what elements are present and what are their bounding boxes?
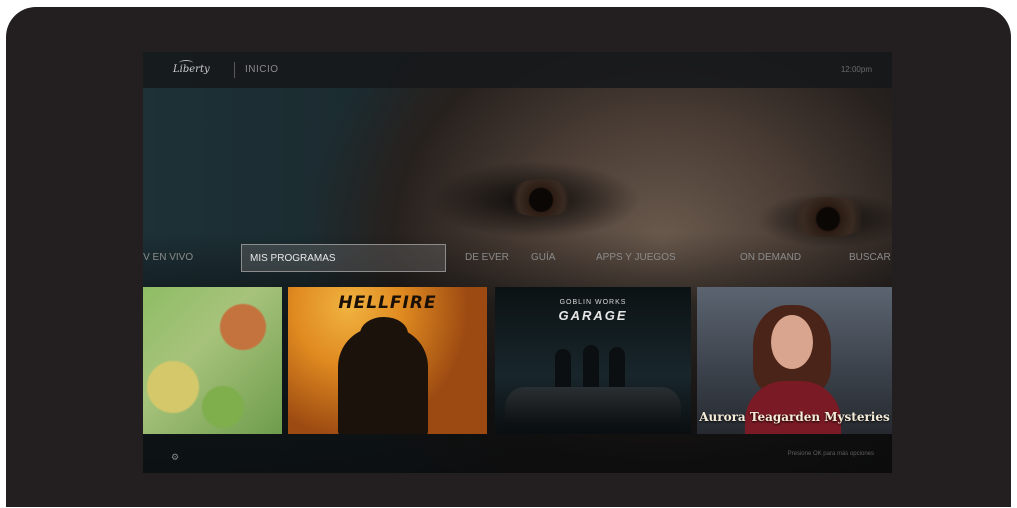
top-bar: Liberty INICIO 12:00pm <box>143 52 892 88</box>
nav-item-buscar[interactable]: BUSCAR <box>849 252 891 263</box>
tile-title: GARAGE <box>558 308 628 323</box>
nav-item-tv-en-vivo[interactable]: TV EN VIVO <box>143 252 193 263</box>
page-title: INICIO <box>245 64 279 75</box>
firefighter-silhouette <box>338 317 428 434</box>
woman-face <box>771 315 813 369</box>
program-tile-aurora-teagarden[interactable]: Aurora Teagarden Mysteries <box>697 287 892 434</box>
nav-item-label: MIS PROGRAMAS <box>250 253 336 264</box>
tile-title: HELLFIRE <box>338 293 437 313</box>
settings-icon[interactable]: ⚙ <box>171 452 179 463</box>
nav-item-on-demand[interactable]: ON DEMAND <box>740 252 801 263</box>
woman-body <box>745 381 841 434</box>
program-tile-cartoon[interactable] <box>143 287 282 434</box>
brand-logo: Liberty <box>173 64 210 75</box>
top-divider <box>234 62 235 78</box>
hero-eye-right <box>783 197 873 237</box>
nav-item-de-ever[interactable]: DE EVER <box>465 252 509 263</box>
nav-item-mis-programas[interactable]: MIS PROGRAMAS <box>241 244 446 272</box>
footer-hint: Presione OK para más opciones <box>787 451 874 457</box>
car-silhouette <box>505 387 681 425</box>
program-tile-hellfire[interactable]: HELLFIRE <box>288 287 487 434</box>
hero-eye-left <box>505 179 577 217</box>
nav-item-guia[interactable]: GUÍA <box>531 252 555 263</box>
clock: 12:00pm <box>840 65 872 74</box>
tile-subtitle: GOBLIN WORKS <box>559 299 627 306</box>
nav-item-apps-y-juegos[interactable]: APPS Y JUEGOS <box>596 252 676 263</box>
tv-screen: Liberty INICIO 12:00pm TV EN VIVO MIS PR… <box>143 52 892 473</box>
tile-title: Aurora Teagarden Mysteries <box>699 410 890 424</box>
main-nav: TV EN VIVO MIS PROGRAMAS DE EVER GUÍA AP… <box>143 244 892 274</box>
program-tile-garage[interactable]: GOBLIN WORKS GARAGE <box>495 287 691 434</box>
